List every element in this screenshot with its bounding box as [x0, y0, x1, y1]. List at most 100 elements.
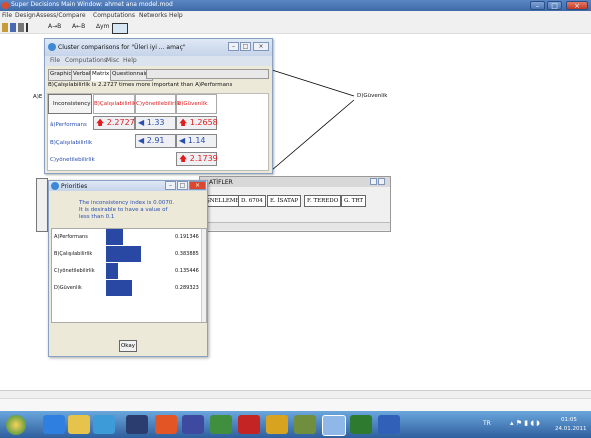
media-icon[interactable] — [93, 415, 115, 434]
priority-row: C)yönetilebilirlik 0.135446 — [52, 263, 202, 280]
app-icon[interactable] — [294, 415, 316, 434]
jar-icon[interactable] — [155, 415, 177, 434]
link-line — [271, 99, 355, 171]
word-icon[interactable] — [378, 415, 400, 434]
row-header-calisilabilirlik[interactable]: B)Çalışılabilirlik — [50, 140, 92, 146]
maximize-button[interactable]: □ — [240, 42, 251, 51]
tab-graphic[interactable]: Graphic — [48, 69, 74, 81]
priority-row: B)Çalışılabilirlik 0.383885 — [52, 246, 202, 263]
matrix-cell-2-3[interactable]: ◀ 2.91 — [135, 134, 176, 148]
super-decisions-icon[interactable] — [322, 415, 346, 436]
app-icon[interactable] — [182, 415, 204, 434]
status-bar — [0, 398, 591, 411]
blue-left-arrow-icon: ◀ — [138, 136, 145, 145]
clock-time[interactable]: 01:05 — [561, 417, 577, 423]
node-button[interactable]: ŞNELLEME — [203, 195, 243, 207]
minimize-button[interactable] — [370, 178, 377, 185]
matrix-cell-2-4[interactable]: ◀ 1.14 — [176, 134, 217, 148]
priority-value: 0.383885 — [175, 251, 199, 257]
priorities-list: A)Performans 0.191346 B)Çalışılabilirlik… — [51, 228, 207, 323]
priority-bar — [106, 246, 141, 262]
app-icon[interactable] — [126, 415, 148, 434]
row-header-performans[interactable]: â)Performans — [50, 122, 87, 128]
priority-label: C)yönetilebilirlik — [54, 268, 95, 274]
excel-icon[interactable] — [210, 415, 232, 434]
comparison-matrix: Inconsistency B)Çalışılabilirlik C)yönet… — [47, 93, 269, 171]
matrix-cell-1-3[interactable]: ◀ 1.33 — [135, 116, 176, 130]
cell-value: 2.1739 — [189, 154, 218, 163]
tab-matrix[interactable]: Matrix — [90, 69, 112, 81]
language-indicator[interactable]: TR — [483, 420, 491, 427]
horizontal-scrollbar[interactable] — [200, 222, 390, 230]
menu-computations[interactable]: Computations — [65, 57, 107, 64]
menu-file[interactable]: File — [50, 57, 60, 64]
node-left-fragment[interactable]: A)E — [33, 94, 42, 100]
node-button[interactable]: E. İSATAP — [267, 195, 302, 207]
blue-left-arrow-icon: ◀ — [138, 118, 145, 127]
app-icon[interactable] — [266, 415, 288, 434]
cell-value: 1.14 — [187, 136, 206, 145]
close-button[interactable]: × — [189, 181, 206, 190]
cell-value: 1.2658 — [189, 118, 218, 127]
cluster-window-titlebar: Cluster comparisons for "Üleri iyi ... a… — [45, 39, 272, 56]
pdf-icon[interactable] — [238, 415, 260, 434]
inconsistency-label: Inconsistency — [53, 101, 91, 107]
node-button[interactable]: D. 6704 — [238, 195, 266, 207]
node-button[interactable]: G. TRT — [341, 195, 367, 207]
tray-icons[interactable]: ▴ ⚑ ▮ ◖ ◗ — [510, 419, 540, 427]
matrix-cell-1-2[interactable]: 🡅 2.2727 — [93, 116, 135, 130]
maximize-button[interactable]: □ — [177, 181, 188, 190]
row-header-yonetilebilirlik[interactable]: C)yönetilebilirlik — [50, 157, 95, 163]
canvas-horizontal-scrollbar[interactable] — [0, 390, 591, 398]
explorer-icon[interactable] — [68, 415, 90, 434]
red-up-arrow-icon: 🡅 — [179, 154, 188, 163]
matrix-cell-3-4[interactable]: 🡅 2.1739 — [176, 152, 218, 166]
menu-misc[interactable]: Misc — [106, 57, 119, 64]
priority-label: D)Güvenlik — [54, 285, 82, 291]
node-button[interactable]: F. TEREDO — [304, 195, 342, 207]
menu-help[interactable]: Help — [123, 57, 137, 64]
node-guvenlik[interactable]: D)Güvenlik — [357, 93, 388, 99]
ie-icon[interactable] — [43, 415, 65, 434]
priority-bar — [106, 263, 118, 279]
red-up-arrow-icon: 🡅 — [96, 118, 105, 127]
inconsistency-message: The inconsistency index is 0.0070. It is… — [79, 200, 175, 220]
start-button[interactable] — [6, 415, 26, 435]
priorities-window: Priorities – □ × The inconsistency index… — [48, 180, 208, 357]
priority-value: 0.191346 — [175, 234, 199, 240]
okay-button[interactable]: Okay — [119, 340, 137, 352]
cell-value: 1.33 — [146, 118, 165, 127]
tab-strip-filler — [146, 69, 269, 79]
blue-left-arrow-icon: ◀ — [179, 136, 186, 145]
cell-value: 2.91 — [146, 136, 165, 145]
minimize-button[interactable]: – — [165, 181, 176, 190]
network-cluster-window: ATİFLER ŞNELLEME D. 6704 E. İSATAP F. TE… — [199, 176, 391, 232]
taskbar: TR ▴ ⚑ ▮ ◖ ◗ 01:05 24.01.2011 — [0, 411, 591, 438]
window-icon — [48, 43, 56, 51]
hidden-window-edge — [36, 178, 48, 232]
window-icon — [51, 182, 59, 190]
comparison-statement: B)Çalışılabilirlik is 2.2727 times more … — [48, 82, 233, 88]
priority-label: A)Performans — [54, 234, 88, 240]
matrix-cell-1-4[interactable]: 🡅 1.2658 — [176, 116, 218, 130]
priorities-title: Priorities — [61, 183, 88, 190]
close-button[interactable]: × — [253, 42, 269, 51]
priorities-titlebar: Priorities – □ × — [49, 181, 207, 191]
link-line — [271, 69, 355, 97]
priority-row: A)Performans 0.191346 — [52, 229, 202, 246]
col-header-yonetilebilirlik[interactable]: C)yönetilebilirlik — [136, 101, 181, 107]
vertical-scrollbar[interactable] — [201, 229, 206, 322]
priority-bar — [106, 229, 123, 245]
minimize-button[interactable]: – — [228, 42, 239, 51]
maximize-button[interactable] — [378, 178, 385, 185]
cluster-header-label: ATİFLER — [209, 179, 233, 186]
priority-label: B)Çalışılabilirlik — [54, 251, 93, 257]
priority-value: 0.135446 — [175, 268, 199, 274]
priority-bar — [106, 280, 132, 296]
cell-value: 2.2727 — [106, 118, 135, 127]
clock-date[interactable]: 24.01.2011 — [555, 426, 587, 432]
col-header-guvenlik[interactable]: D)Güvenlik — [177, 101, 208, 107]
excel-icon[interactable] — [350, 415, 372, 434]
col-header-calisilabilirlik[interactable]: B)Çalışılabilirlik — [94, 101, 136, 107]
cluster-window-title: Cluster comparisons for "Üleri iyi ... a… — [58, 44, 186, 51]
